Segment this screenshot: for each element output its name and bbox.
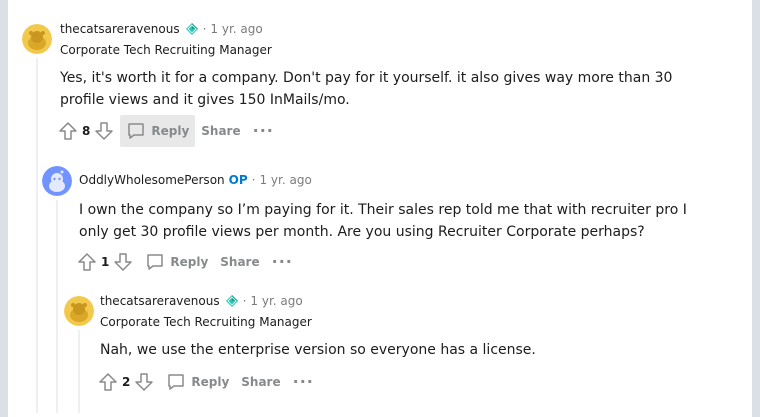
timestamp[interactable]: 1 yr. ago <box>259 173 311 187</box>
reply-button[interactable]: Reply <box>120 115 196 147</box>
reply-button[interactable]: Reply <box>160 366 235 398</box>
comment-thread-card: thecatsareravenous · 1 yr. ago Corporate… <box>8 0 752 417</box>
snoo-avatar-icon <box>64 296 94 326</box>
thread-line[interactable] <box>78 330 80 413</box>
author-name[interactable]: thecatsareravenous <box>60 22 180 36</box>
user-avatar[interactable] <box>22 24 52 54</box>
speech-bubble-icon <box>168 374 185 390</box>
comment-actions: 1 Reply Share ··· <box>77 246 299 278</box>
downvote-arrow-icon[interactable] <box>94 121 114 141</box>
user-flair: Corporate Tech Recruiting Manager <box>60 43 272 57</box>
separator-dot: · <box>251 173 256 187</box>
snoo-avatar-icon <box>42 166 72 196</box>
author-line: thecatsareravenous · 1 yr. ago <box>60 22 263 36</box>
reply-button[interactable]: Reply <box>139 246 214 278</box>
reply-label: Reply <box>151 124 190 138</box>
user-avatar[interactable] <box>42 166 72 196</box>
upvote-arrow-icon[interactable] <box>58 121 78 141</box>
share-button[interactable]: Share <box>214 246 265 278</box>
comment-body: I own the company so I’m paying for it. … <box>79 202 687 240</box>
separator-dot: · <box>242 294 247 308</box>
share-label: Share <box>241 375 281 389</box>
user-flair: Corporate Tech Recruiting Manager <box>100 315 312 329</box>
downvote-arrow-icon[interactable] <box>113 252 133 272</box>
diamond-flair-icon <box>185 23 198 35</box>
thread-line[interactable] <box>36 58 38 413</box>
vote-score: 1 <box>101 255 110 269</box>
author-name[interactable]: thecatsareravenous <box>100 294 220 308</box>
op-badge: OP <box>228 173 248 187</box>
vote-score: 2 <box>122 375 131 389</box>
comment-body: Nah, we use the enterprise version so ev… <box>100 342 536 358</box>
separator-dot: · <box>202 22 207 36</box>
author-line: OddlyWholesomePerson OP · 1 yr. ago <box>79 173 312 187</box>
vote-score: 8 <box>82 124 91 138</box>
share-label: Share <box>201 124 241 138</box>
thread-line[interactable] <box>56 200 58 413</box>
upvote-arrow-icon[interactable] <box>98 372 118 392</box>
more-options-button[interactable]: ··· <box>247 115 280 147</box>
reply-label: Reply <box>191 375 230 389</box>
author-name[interactable]: OddlyWholesomePerson <box>79 173 225 187</box>
comment-actions: 8 Reply Share ··· <box>58 115 280 147</box>
share-button[interactable]: Share <box>235 366 286 398</box>
comment-body: Yes, it's worth it for a company. Don't … <box>60 70 673 108</box>
timestamp[interactable]: 1 yr. ago <box>250 294 302 308</box>
comment-actions: 2 Reply Share ··· <box>98 366 320 398</box>
diamond-flair-icon <box>225 295 238 307</box>
reply-label: Reply <box>170 255 209 269</box>
downvote-arrow-icon[interactable] <box>134 372 154 392</box>
timestamp[interactable]: 1 yr. ago <box>210 22 262 36</box>
user-avatar[interactable] <box>64 296 94 326</box>
share-button[interactable]: Share <box>195 115 246 147</box>
upvote-arrow-icon[interactable] <box>77 252 97 272</box>
more-options-button[interactable]: ··· <box>287 366 320 398</box>
share-label: Share <box>220 255 260 269</box>
author-line: thecatsareravenous · 1 yr. ago <box>100 294 303 308</box>
speech-bubble-icon <box>147 254 164 270</box>
more-options-button[interactable]: ··· <box>266 246 299 278</box>
snoo-avatar-icon <box>22 24 52 54</box>
speech-bubble-icon <box>128 123 145 139</box>
